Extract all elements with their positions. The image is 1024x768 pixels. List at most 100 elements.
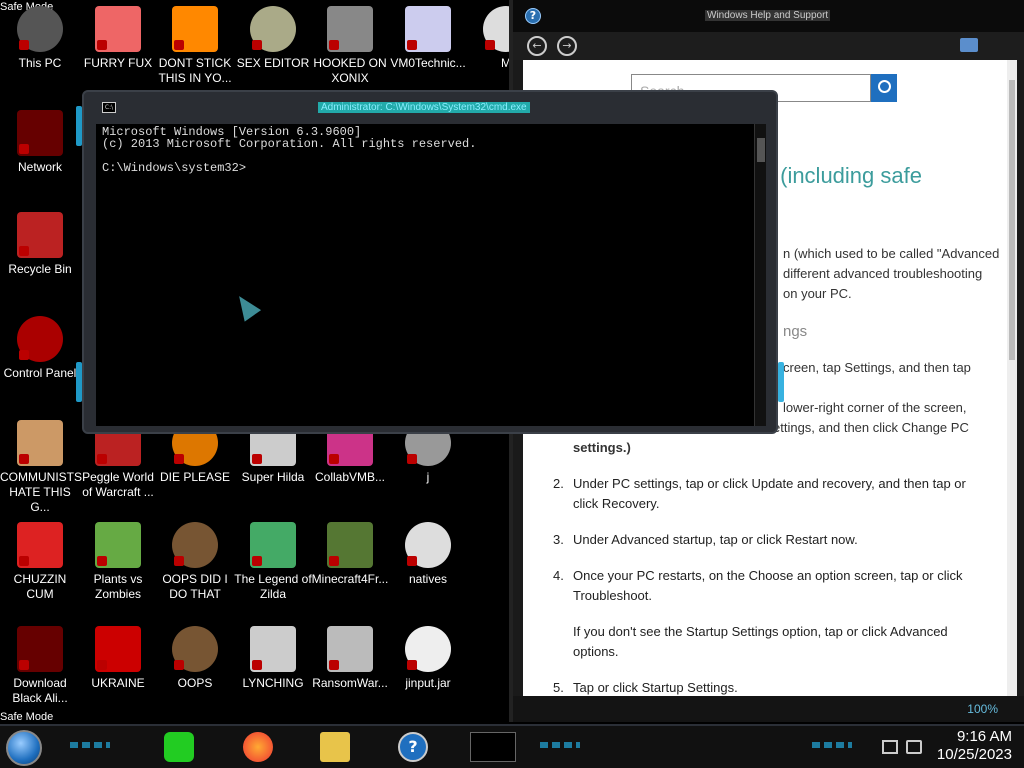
taskbar-decoration (540, 742, 580, 748)
help-steps: 2. Under PC settings, tap or click Update… (553, 474, 993, 696)
taskbar: ? 9:16 AM 10/25/2023 (0, 724, 1024, 768)
desktop-icon-image (17, 626, 63, 672)
desktop-icon[interactable]: Network (0, 110, 80, 175)
desktop-icon-label: HOOKED ON XONIX (313, 56, 387, 85)
desktop-icon[interactable]: natives (388, 522, 468, 587)
notes-app-icon[interactable] (164, 732, 194, 762)
desktop-icon-image (95, 522, 141, 568)
desktop-icon[interactable]: Plants vs Zombies (78, 522, 158, 602)
desktop-icon[interactable]: This PC (0, 6, 80, 71)
desktop-icon[interactable]: HOOKED ON XONIX (310, 6, 390, 86)
desktop-icon-image (250, 6, 296, 52)
shield-icon (174, 454, 184, 464)
shield-icon (407, 556, 417, 566)
desktop-icon[interactable]: COMMUNISTS HATE THIS G... (0, 420, 82, 515)
desktop-icon[interactable]: The Legend of Zilda (233, 522, 313, 602)
desktop-icon[interactable]: Control Panel (0, 316, 80, 381)
desktop-icon[interactable]: CHUZZIN CUM (0, 522, 80, 602)
desktop-icon-label: Plants vs Zombies (93, 572, 143, 601)
safe-mode-label-bottom: Safe Mode (0, 711, 54, 723)
desktop-icon[interactable]: SEX EDITOR (233, 6, 313, 71)
shield-icon (407, 40, 417, 50)
desktop-icon[interactable]: UKRAINE (78, 626, 158, 691)
desktop-icon[interactable]: Recycle Bin (0, 212, 80, 277)
help-step: 4. Once your PC restarts, on the Choose a… (553, 568, 963, 603)
help-heading: s (including safe (763, 163, 922, 188)
firefox-icon[interactable] (243, 732, 273, 762)
desktop-icon-label: Network (17, 160, 62, 174)
shield-icon (174, 660, 184, 670)
desktop-icon-image (250, 522, 296, 568)
shield-icon (329, 40, 339, 50)
volume-mute-icon[interactable] (906, 740, 922, 754)
shield-icon (97, 556, 107, 566)
desktop-icon[interactable]: RansomWar... (310, 626, 390, 691)
zoom-level[interactable]: 100% (967, 702, 998, 716)
desktop-icon-image (327, 6, 373, 52)
desktop-icon-label: CHUZZIN CUM (13, 572, 67, 601)
print-icon[interactable] (960, 38, 978, 52)
desktop-icon-image (327, 626, 373, 672)
desktop-icon-label: OOPS (177, 676, 213, 690)
desktop-icon[interactable]: OOPS DID I DO THAT (155, 522, 235, 602)
desktop-icon[interactable]: Minecraft4Fr... (310, 522, 390, 587)
clock[interactable]: 9:16 AM 10/25/2023 (937, 728, 1012, 764)
desktop-icon[interactable]: FURRY FUX (78, 6, 158, 71)
shield-icon (19, 556, 29, 566)
search-icon[interactable] (871, 74, 897, 102)
step1-settings2-text: settings.) (573, 440, 631, 455)
desktop-icon-image (405, 626, 451, 672)
desktop-icon-label: UKRAINE (91, 676, 145, 690)
desktop-icon-label: This PC (18, 56, 62, 70)
file-explorer-icon[interactable] (320, 732, 350, 762)
desktop-icon[interactable]: VM0Technic... (388, 6, 468, 71)
system-tray: 9:16 AM 10/25/2023 (874, 726, 1024, 768)
cmd-scrollbar[interactable] (754, 124, 766, 426)
network-icon[interactable] (882, 740, 898, 754)
shield-icon (329, 660, 339, 670)
cmd-window[interactable]: C:\ Administrator: C:\Windows\System32\c… (76, 90, 784, 434)
desktop-icon-image (172, 626, 218, 672)
desktop-icon[interactable]: Download Black Ali... (0, 626, 80, 706)
desktop-icon-label: RansomWar... (312, 676, 388, 690)
shield-icon (19, 40, 29, 50)
cmd-scrollbar-thumb[interactable] (757, 138, 765, 162)
desktop-icon[interactable]: OOPS (155, 626, 235, 691)
cmd-title-bar[interactable]: C:\ Administrator: C:\Windows\System32\c… (84, 92, 776, 122)
cmd-taskbar-icon[interactable] (470, 732, 516, 762)
desktop-icon-image (17, 6, 63, 52)
clock-date: 10/25/2023 (936, 746, 1012, 763)
desktop-icon-image (17, 522, 63, 568)
help-step: If you don't see the Startup Settings op… (573, 624, 948, 659)
desktop-icon-label: The Legend of Zilda (234, 572, 312, 601)
intro-line-3: on your PC. (783, 286, 852, 301)
forward-icon[interactable]: → (557, 36, 577, 56)
desktop-icon[interactable]: LYNCHING (233, 626, 313, 691)
shield-icon (329, 454, 339, 464)
desktop-icon-label: Minecraft4Fr... (311, 572, 389, 586)
help-title-bar[interactable]: ? Windows Help and Support (513, 0, 1024, 32)
desktop-icon[interactable]: DONT STICK THIS IN YO... (155, 6, 235, 86)
help-nav-bar: ← → (513, 32, 1024, 60)
cmd-prompt: C:\Windows\system32> (102, 161, 247, 175)
help-window-title: Windows Help and Support (705, 10, 831, 21)
intro-line-1: n (which used to be called "Advanced (783, 246, 1000, 261)
start-button[interactable] (6, 730, 42, 766)
desktop-icon-label: COMMUNISTS HATE THIS G... (0, 470, 82, 514)
step1-screen-text: creen, tap Settings, and then tap (783, 360, 971, 375)
desktop-icon-label: DONT STICK THIS IN YO... (158, 56, 232, 85)
back-icon[interactable]: ← (527, 36, 547, 56)
help-scrollbar[interactable] (1007, 60, 1017, 696)
cmd-icon: C:\ (102, 102, 116, 113)
scrollbar-thumb[interactable] (1009, 80, 1015, 360)
cmd-console[interactable]: Microsoft Windows [Version 6.3.9600] (c) … (96, 124, 756, 426)
desktop-icon-image (17, 212, 63, 258)
desktop-icon[interactable]: jinput.jar (388, 626, 468, 691)
desktop-icon-image (17, 316, 63, 362)
shield-icon (19, 660, 29, 670)
shield-icon (252, 454, 262, 464)
desktop-icon-image (95, 6, 141, 52)
help-taskbar-icon[interactable]: ? (398, 732, 428, 762)
shield-icon (485, 40, 495, 50)
desktop-icon-label: LYNCHING (242, 676, 304, 690)
